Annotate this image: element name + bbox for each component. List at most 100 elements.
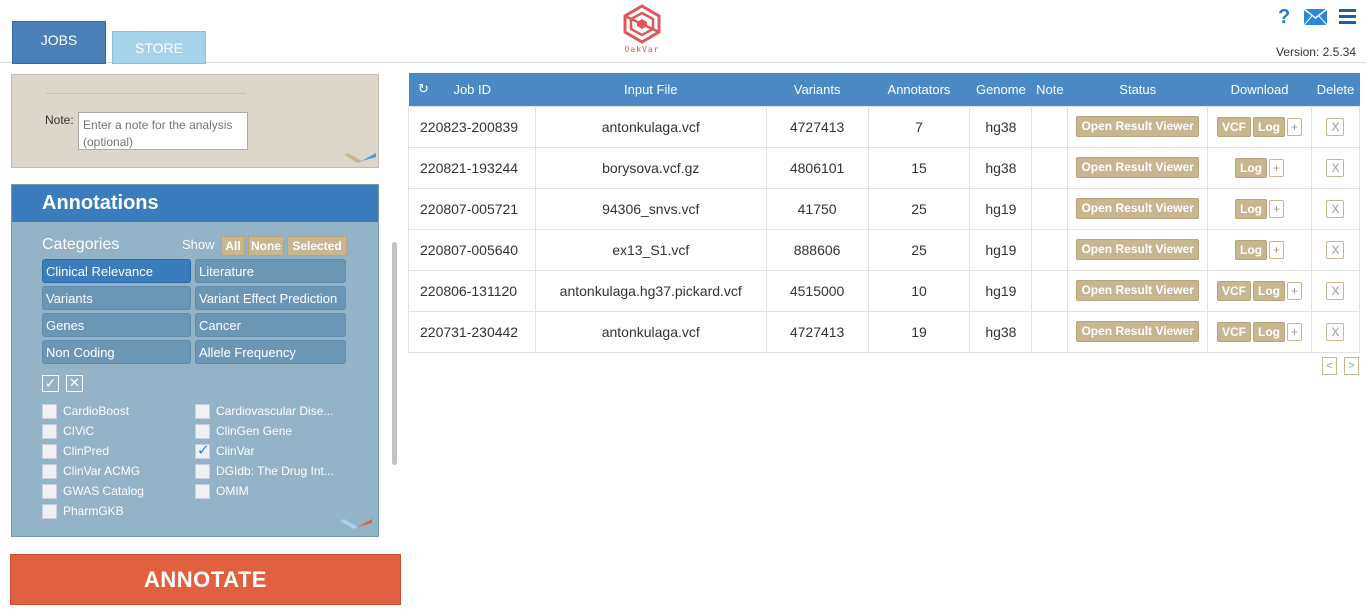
delete-job-button[interactable]: X (1326, 199, 1345, 218)
checkbox[interactable] (42, 443, 57, 459)
annotator-item[interactable]: ClinVar ACMG (42, 462, 190, 480)
checkbox[interactable] (195, 463, 210, 479)
download-vcf-button[interactable]: VCF (1217, 116, 1252, 137)
delete-job-button[interactable]: X (1326, 117, 1345, 136)
download-log-button[interactable]: Log (1235, 198, 1268, 219)
note-cell (1031, 105, 1069, 148)
tab-store[interactable]: STORE (112, 31, 206, 64)
pager-prev-button[interactable]: < (1322, 357, 1337, 375)
checkbox[interactable] (42, 463, 57, 479)
category-variants[interactable]: Variants (42, 286, 191, 310)
delete-job-button[interactable]: X (1326, 158, 1345, 177)
download-log-button[interactable]: Log (1235, 157, 1268, 178)
open-result-viewer-button[interactable]: Open Result Viewer (1076, 157, 1199, 178)
download-log-button[interactable]: Log (1235, 239, 1268, 260)
category-allele-frequency[interactable]: Allele Frequency (195, 340, 346, 364)
annotator-item[interactable]: CIViC (42, 422, 190, 440)
panel-corner-icon[interactable] (344, 151, 376, 163)
note-cell (1031, 269, 1069, 312)
table-row: 220821-193244 borysova.vcf.gz 4806101 15 hg3… (408, 146, 1361, 189)
download-log-button[interactable]: Log (1253, 321, 1286, 342)
delete-job-button[interactable]: X (1326, 281, 1345, 300)
open-result-viewer-button[interactable]: Open Result Viewer (1076, 239, 1199, 260)
help-icon[interactable]: ? (1278, 6, 1290, 29)
table-row: 220731-230442 antonkulaga.vcf 4727413 19 hg3… (408, 310, 1361, 353)
checkbox[interactable] (42, 503, 57, 519)
input-file-cell: antonkulaga.vcf (534, 105, 767, 148)
note-cell (1031, 228, 1069, 271)
annotator-item[interactable]: PharmGKB (42, 502, 190, 520)
show-selected-button[interactable]: Selected (287, 236, 347, 256)
category-cancer[interactable]: Cancer (195, 313, 346, 337)
table-header-row: ↻ Job ID Input File Variants Annotators … (408, 73, 1360, 106)
open-result-viewer-button[interactable]: Open Result Viewer (1076, 280, 1199, 301)
left-panel: Note: Annotations Categories Show All No… (0, 64, 400, 544)
annotators-cell: 10 (867, 269, 971, 312)
checkbox[interactable] (195, 483, 210, 499)
annotator-item[interactable]: ClinPred (42, 442, 190, 460)
checkbox[interactable] (42, 483, 57, 499)
checkbox-checked[interactable] (195, 442, 210, 459)
more-downloads-button[interactable]: + (1287, 117, 1303, 136)
open-result-viewer-button[interactable]: Open Result Viewer (1076, 321, 1199, 342)
table-row: 220807-005721 94306_snvs.vcf 41750 25 hg19 Op… (408, 187, 1361, 230)
annotator-label: GWAS Catalog (63, 484, 144, 498)
category-literature[interactable]: Literature (195, 259, 346, 283)
open-result-viewer-button[interactable]: Open Result Viewer (1076, 116, 1199, 137)
hamburger-menu-icon[interactable] (1339, 9, 1356, 27)
show-all-button[interactable]: All (221, 236, 245, 256)
table-row: 220807-005640 ex13_S1.vcf 888606 25 hg19 Open… (408, 228, 1361, 271)
annotator-item[interactable]: DGIdb: The Drug Int... (195, 462, 347, 480)
annotate-button[interactable]: ANNOTATE (10, 554, 401, 605)
download-log-button[interactable]: Log (1253, 116, 1286, 137)
category-variant-effect-prediction[interactable]: Variant Effect Prediction (195, 286, 346, 310)
checkbox[interactable] (42, 403, 57, 419)
oakvar-logo[interactable]: OakVar (618, 4, 666, 62)
delete-job-button[interactable]: X (1326, 240, 1345, 259)
mail-icon[interactable] (1303, 8, 1328, 30)
more-downloads-button[interactable]: + (1287, 281, 1303, 300)
tab-jobs[interactable]: JOBS (12, 21, 106, 64)
more-downloads-button[interactable]: + (1269, 199, 1285, 218)
download-vcf-button[interactable]: VCF (1217, 280, 1252, 301)
checkbox[interactable] (195, 403, 210, 419)
variants-cell: 4727413 (765, 105, 869, 148)
more-downloads-button[interactable]: + (1287, 322, 1303, 341)
delete-job-button[interactable]: X (1326, 322, 1345, 341)
left-scrollbar-thumb[interactable] (392, 242, 397, 465)
input-file-cell: ex13_S1.vcf (534, 228, 767, 271)
panel-corner-icon[interactable] (340, 519, 372, 531)
annotator-item[interactable]: GWAS Catalog (42, 482, 190, 500)
note-cell (1031, 187, 1069, 230)
note-input[interactable] (78, 112, 248, 150)
show-none-button[interactable]: None (248, 236, 284, 256)
variants-cell: 888606 (765, 228, 869, 271)
open-result-viewer-button[interactable]: Open Result Viewer (1076, 198, 1199, 219)
annotator-item[interactable]: ClinGen Gene (195, 422, 347, 440)
annotator-item[interactable]: CardioBoost (42, 402, 190, 420)
download-log-button[interactable]: Log (1253, 280, 1286, 301)
checkbox[interactable] (42, 423, 57, 439)
refresh-icon[interactable]: ↻ (408, 73, 439, 106)
oakvar-logo-icon (623, 4, 661, 44)
col-note: Note (1031, 73, 1068, 106)
col-download: Download (1207, 73, 1312, 106)
annotator-item[interactable]: Cardiovascular Dise... (195, 402, 347, 420)
more-downloads-button[interactable]: + (1269, 158, 1285, 177)
category-genes[interactable]: Genes (42, 313, 191, 337)
pager-next-button[interactable]: > (1344, 357, 1359, 375)
note-label: Note: (45, 113, 74, 127)
select-all-icon[interactable]: ✓ (42, 375, 59, 392)
input-file-cell: 94306_snvs.vcf (534, 187, 767, 230)
download-vcf-button[interactable]: VCF (1217, 321, 1252, 342)
more-downloads-button[interactable]: + (1269, 240, 1285, 259)
download-cell: Log + (1207, 228, 1312, 271)
input-file-cell: antonkulaga.vcf (534, 310, 767, 353)
category-non-coding[interactable]: Non Coding (42, 340, 191, 364)
category-clinical-relevance[interactable]: Clinical Relevance (42, 259, 191, 283)
annotator-item[interactable]: ClinVar (195, 442, 347, 460)
deselect-all-icon[interactable]: ✕ (66, 375, 83, 392)
checkbox[interactable] (195, 423, 210, 439)
job-id-cell: 220731-230442 (408, 310, 536, 353)
annotator-item[interactable]: OMIM (195, 482, 347, 500)
